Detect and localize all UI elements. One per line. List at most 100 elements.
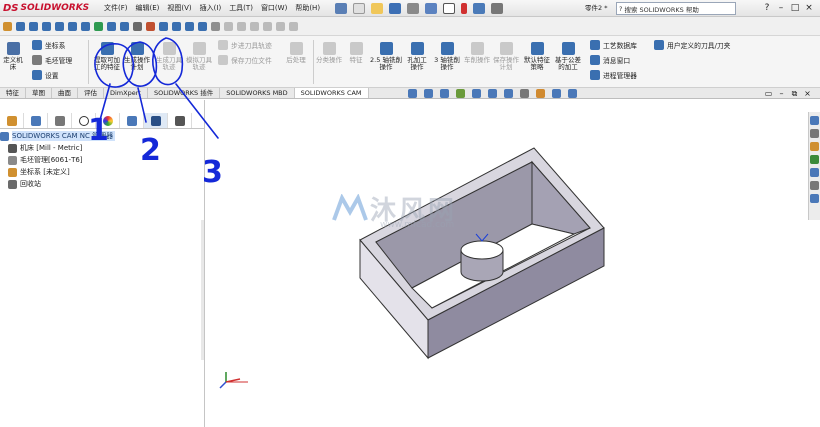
dynamic-annotation-icon[interactable] bbox=[472, 89, 481, 98]
section-view-icon[interactable] bbox=[456, 89, 465, 98]
sort-operations-button[interactable]: 分类操作 bbox=[316, 42, 342, 64]
tree-item-machine[interactable]: 机床 [Mill - Metric] bbox=[0, 142, 115, 154]
panel-splitter[interactable] bbox=[201, 220, 204, 360]
tree-item-recycle-bin[interactable]: 回收站 bbox=[0, 178, 115, 190]
save-icon[interactable] bbox=[389, 2, 402, 14]
menu-insert[interactable]: 插入(I) bbox=[196, 0, 226, 17]
default-feature-strategy-button[interactable]: 默认特征策略 bbox=[523, 42, 551, 71]
tab-sketch[interactable]: 草图 bbox=[26, 88, 52, 98]
view-palette-icon[interactable] bbox=[810, 155, 819, 164]
select-pointer-icon[interactable] bbox=[443, 2, 456, 14]
viewport-tile-icon[interactable]: ⧉ bbox=[788, 89, 801, 99]
process-icon[interactable] bbox=[185, 21, 194, 31]
viewport-minimize-icon[interactable]: – bbox=[775, 89, 788, 99]
panel-tab-cam-tool-tree[interactable] bbox=[168, 113, 192, 128]
graphics-viewport[interactable] bbox=[206, 100, 808, 427]
menu-edit[interactable]: 编辑(E) bbox=[132, 0, 164, 17]
panel-tab-dimxpert[interactable] bbox=[72, 113, 96, 128]
setup-button[interactable]: 设置 bbox=[32, 70, 59, 80]
tree-item-stock[interactable]: 毛坯管理[6061-T6] bbox=[0, 154, 115, 166]
panel-tab-cam-feature-tree[interactable] bbox=[120, 113, 144, 128]
define-machine-icon[interactable] bbox=[3, 21, 12, 31]
hide-show-icon[interactable] bbox=[520, 89, 529, 98]
tab-solidworks-cam[interactable]: SOLIDWORKS CAM bbox=[294, 88, 369, 98]
display-style-icon[interactable] bbox=[504, 89, 513, 98]
stock-icon[interactable] bbox=[16, 21, 25, 31]
open-folder-icon[interactable] bbox=[371, 2, 384, 14]
menu-file[interactable]: 文件(F) bbox=[100, 0, 132, 17]
help-search-input[interactable]: ? 搜索 SOLIDWORKS 帮助 bbox=[616, 2, 736, 15]
panel-tab-configuration[interactable] bbox=[48, 113, 72, 128]
message-window-button[interactable]: 消息窗口 bbox=[590, 55, 630, 65]
viewport-restore-icon[interactable]: ▭ bbox=[762, 89, 775, 99]
panel-tab-cam-operation-tree[interactable] bbox=[144, 113, 168, 128]
tab-solidworks-addins[interactable]: SOLIDWORKS 插件 bbox=[148, 88, 221, 98]
appearances-icon[interactable] bbox=[810, 168, 819, 177]
tab-evaluate[interactable]: 评估 bbox=[78, 88, 104, 98]
milling-2-5-axis-button[interactable]: 2.5 轴铣削操作 bbox=[369, 42, 403, 71]
coordinate-icon[interactable] bbox=[29, 21, 38, 31]
simulate-toolpath-button[interactable]: 模拟刀具轨迹 bbox=[186, 42, 212, 71]
zoom-to-fit-icon[interactable] bbox=[408, 89, 417, 98]
forum-icon[interactable] bbox=[810, 194, 819, 203]
message-icon[interactable] bbox=[172, 21, 181, 31]
zoom-area-icon[interactable] bbox=[424, 89, 433, 98]
tab-surfaces[interactable]: 曲面 bbox=[52, 88, 78, 98]
extract-features-button[interactable]: 提取可加工的特征 bbox=[94, 42, 120, 71]
tolerance-based-machining-button[interactable]: 基于公差的加工 bbox=[555, 42, 581, 71]
panel-tab-propertymanager[interactable] bbox=[24, 113, 48, 128]
menu-help[interactable]: 帮助(H) bbox=[291, 0, 324, 17]
tree-item-coordinate-system[interactable]: 坐标系 [未定义] bbox=[0, 166, 115, 178]
mill-icon[interactable] bbox=[107, 21, 116, 31]
help-question-button[interactable]: ? bbox=[760, 0, 774, 17]
milling-3-axis-button[interactable]: 3 轴铣削操作 bbox=[432, 42, 462, 71]
new-document-icon[interactable] bbox=[353, 2, 366, 14]
hole-icon[interactable] bbox=[120, 21, 129, 31]
home-icon[interactable] bbox=[335, 2, 348, 14]
generate-operation-plan-button[interactable]: 生成操作计划 bbox=[124, 42, 150, 71]
feature-icon[interactable] bbox=[94, 21, 103, 31]
database-icon[interactable] bbox=[159, 21, 168, 31]
technology-database-button[interactable]: 工艺数据库 bbox=[590, 40, 637, 50]
save-cl-file-button[interactable]: 保存刀位文件 bbox=[218, 55, 272, 65]
tree-root[interactable]: SOLIDWORKS CAM NC 管理器 bbox=[0, 130, 116, 142]
menu-tools[interactable]: 工具(T) bbox=[225, 0, 257, 17]
previous-view-icon[interactable] bbox=[440, 89, 449, 98]
features-button[interactable]: 特征 bbox=[346, 42, 366, 64]
panel-tab-display[interactable] bbox=[96, 113, 120, 128]
menu-view[interactable]: 视图(V) bbox=[163, 0, 195, 17]
undo-icon[interactable] bbox=[425, 2, 438, 14]
file-properties-icon[interactable] bbox=[473, 2, 486, 14]
operation-plan-icon[interactable] bbox=[55, 21, 64, 31]
process-manager-button[interactable]: 进程管理器 bbox=[590, 70, 637, 80]
user-defined-tool-button[interactable]: 用户定义的刀具/刀夹 bbox=[654, 40, 730, 50]
save-operation-plan-button[interactable]: 保存操作计划 bbox=[493, 42, 519, 71]
menu-window[interactable]: 窗口(W) bbox=[257, 0, 291, 17]
extract-features-icon[interactable] bbox=[42, 21, 51, 31]
close-button[interactable]: × bbox=[802, 0, 816, 17]
view-settings-icon[interactable] bbox=[568, 89, 577, 98]
resources-icon[interactable] bbox=[810, 116, 819, 125]
tab-solidworks-mbd[interactable]: SOLIDWORKS MBD bbox=[220, 88, 295, 98]
maximize-button[interactable]: □ bbox=[788, 0, 802, 17]
design-library-icon[interactable] bbox=[810, 129, 819, 138]
edit-appearance-icon[interactable] bbox=[536, 89, 545, 98]
rebuild-icon[interactable] bbox=[461, 2, 468, 14]
hole-operations-button[interactable]: 孔加工操作 bbox=[405, 42, 429, 71]
generate-toolpath-button[interactable]: 生成刀具轨迹 bbox=[156, 42, 182, 71]
turn-icon[interactable] bbox=[133, 21, 142, 31]
viewport-close-icon[interactable]: × bbox=[801, 89, 814, 99]
toolpath-icon[interactable] bbox=[68, 21, 77, 31]
options-gear-icon[interactable] bbox=[491, 2, 504, 14]
view-orientation-icon[interactable] bbox=[488, 89, 497, 98]
print-icon[interactable] bbox=[407, 2, 420, 14]
coordinate-system-button[interactable]: 坐标系 bbox=[32, 40, 65, 50]
define-machine-button[interactable]: 定义机床 bbox=[2, 42, 24, 71]
tool-icon[interactable] bbox=[198, 21, 207, 31]
custom-properties-icon[interactable] bbox=[810, 181, 819, 190]
tab-dimxpert[interactable]: DimXpert bbox=[104, 88, 148, 98]
turning-operations-button[interactable]: 车削操作 bbox=[464, 42, 490, 64]
apply-scene-icon[interactable] bbox=[552, 89, 561, 98]
strip-more-icon[interactable] bbox=[211, 21, 220, 31]
post-process-button[interactable]: 后处理 bbox=[284, 42, 308, 64]
